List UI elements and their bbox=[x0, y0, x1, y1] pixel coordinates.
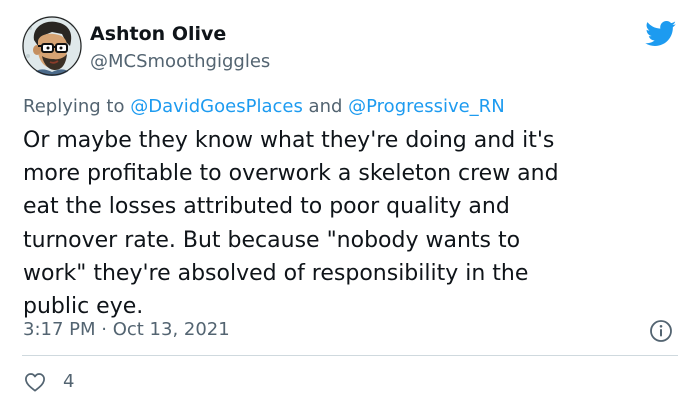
reply-joiner: and bbox=[302, 96, 349, 117]
author-meta: Ashton Olive @MCSmoothgiggles bbox=[90, 22, 270, 74]
author-display-name[interactable]: Ashton Olive bbox=[90, 22, 270, 46]
reply-context: Replying to @DavidGoesPlaces and @Progre… bbox=[23, 95, 505, 119]
mention-link-davidgoesplaces[interactable]: @DavidGoesPlaces bbox=[130, 96, 303, 117]
twitter-bird-icon[interactable] bbox=[645, 21, 677, 47]
heart-icon[interactable] bbox=[24, 372, 46, 392]
tweet-card: Ashton Olive @MCSmoothgiggles Replying t… bbox=[0, 0, 700, 410]
like-count: 4 bbox=[63, 371, 75, 392]
tweet-timestamp[interactable]: 3:17 PM · Oct 13, 2021 bbox=[23, 318, 230, 342]
like-action[interactable]: 4 bbox=[24, 372, 74, 392]
tweet-body-text: Or maybe they know what they're doing an… bbox=[23, 128, 559, 320]
mention-link-progressive-rn[interactable]: @Progressive_RN bbox=[348, 96, 505, 117]
reply-prefix: Replying to bbox=[23, 96, 131, 117]
avatar-illustration bbox=[22, 16, 82, 76]
author-handle[interactable]: @MCSmoothgiggles bbox=[90, 50, 270, 74]
avatar[interactable] bbox=[22, 16, 82, 76]
divider bbox=[22, 355, 678, 356]
info-icon[interactable] bbox=[649, 319, 673, 343]
